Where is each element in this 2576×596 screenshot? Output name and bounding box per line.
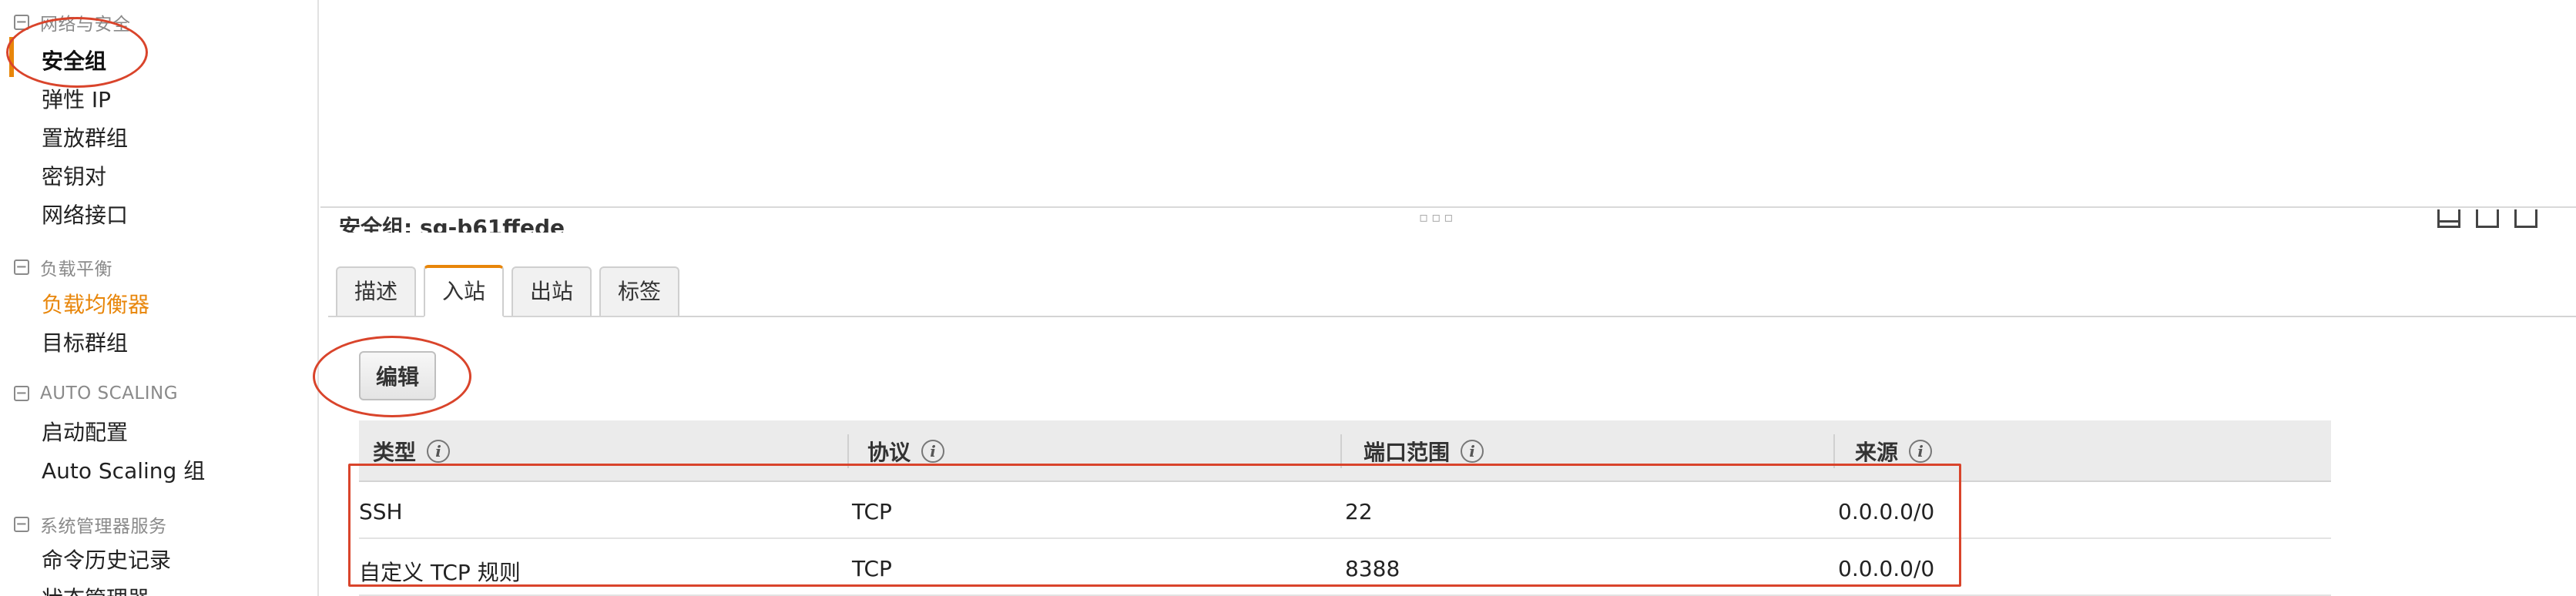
page: − 网络与安全 安全组 弹性 IP 置放群组 密钥对 网络接口 − 负载平衡 负… [0,0,2576,596]
info-icon[interactable]: i [921,440,945,463]
column-header-source[interactable]: 来源 i [1855,436,1933,467]
collapse-icon[interactable]: − [14,386,29,401]
column-header-label: 类型 [373,440,417,465]
sidebar-item-elastic-ip[interactable]: 弹性 IP [42,83,111,114]
sidebar-item-placement-groups[interactable]: 置放群组 [42,122,128,152]
column-header-label: 端口范围 [1363,440,1451,465]
layout-toggle-group [2437,209,2537,228]
sidebar-item-state-manager[interactable]: 状态管理器 [42,582,149,596]
layout-full-icon[interactable] [2514,209,2537,228]
section-label: AUTO SCALING [40,383,179,403]
info-icon[interactable]: i [427,440,451,463]
layout-bottom-icon[interactable] [2437,209,2460,228]
column-header-protocol[interactable]: 协议 i [867,436,945,467]
annotation-rectangle [348,464,1961,587]
section-label: 负载平衡 [40,259,112,280]
collapse-icon[interactable]: − [14,517,29,532]
tab-inbound[interactable]: 入站 [424,265,505,317]
info-icon[interactable]: i [1461,440,1484,463]
sidebar-item-load-balancers[interactable]: 负载均衡器 [42,288,149,319]
detail-tabs: 描述 入站 出站 标签 [336,265,680,317]
tab-description[interactable]: 描述 [336,266,417,316]
resize-handle-icon[interactable]: ▫▫▫ [1419,209,1457,226]
collapse-icon[interactable]: − [14,259,29,275]
section-header-load-balancing[interactable]: − 负载平衡 [14,254,112,280]
sidebar-item-target-groups[interactable]: 目标群组 [42,326,128,357]
column-header-port-range[interactable]: 端口范围 i [1363,436,1484,467]
annotation-circle [313,336,471,417]
section-header-systems-manager[interactable]: − 系统管理器服务 [14,511,167,537]
annotation-circle [6,17,148,88]
sidebar-item-auto-scaling-groups[interactable]: Auto Scaling 组 [42,454,205,485]
sidebar-item-command-history[interactable]: 命令历史记录 [42,544,171,574]
resource-list-area [320,0,2576,208]
detail-title: 安全组: sg-b61ffede [339,215,565,233]
sidebar-item-network-interfaces[interactable]: 网络接口 [42,199,128,229]
column-header-type[interactable]: 类型 i [373,436,451,467]
tab-tags[interactable]: 标签 [599,266,680,316]
sidebar: − 网络与安全 安全组 弹性 IP 置放群组 密钥对 网络接口 − 负载平衡 负… [0,0,319,596]
layout-split-icon[interactable] [2476,209,2499,228]
column-header-label: 来源 [1855,440,1899,465]
sidebar-item-key-pairs[interactable]: 密钥对 [42,160,106,191]
section-header-auto-scaling[interactable]: − AUTO SCALING [14,383,178,403]
tab-outbound[interactable]: 出站 [512,266,592,316]
section-label: 系统管理器服务 [40,517,167,537]
sidebar-item-launch-configurations[interactable]: 启动配置 [42,416,128,447]
column-header-label: 协议 [867,440,911,465]
info-icon[interactable]: i [1909,440,1933,463]
